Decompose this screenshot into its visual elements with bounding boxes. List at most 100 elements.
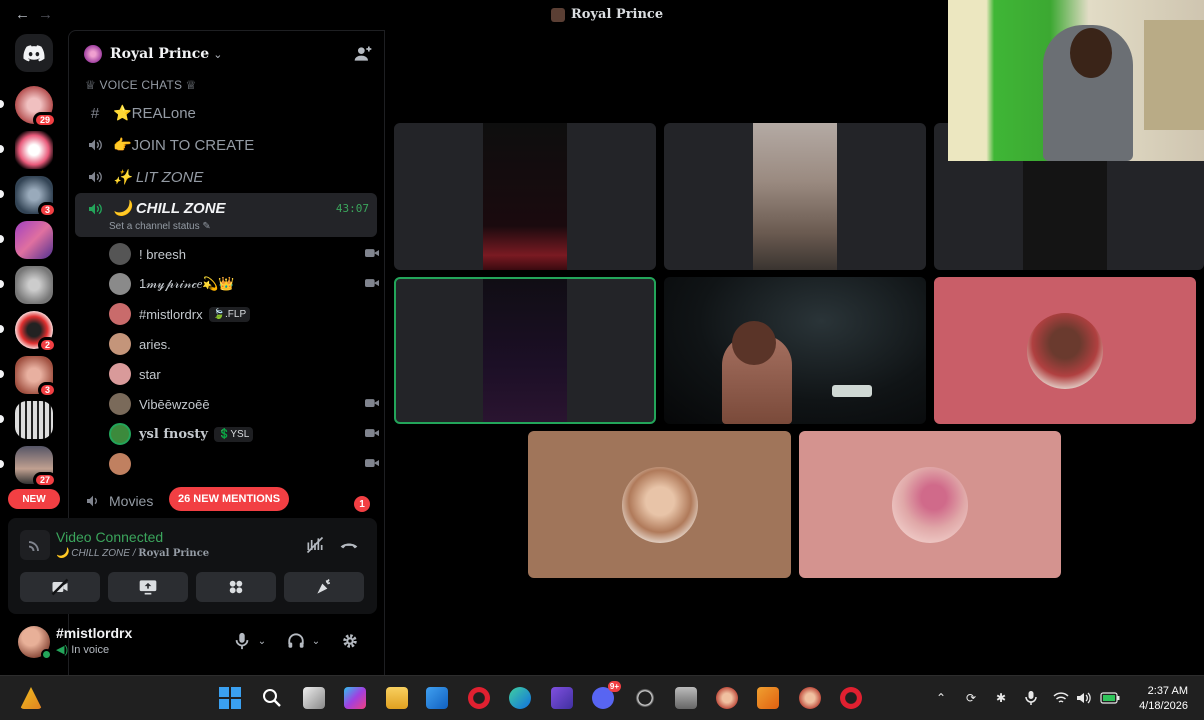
voice-member[interactable]: aries. <box>109 331 379 357</box>
weather-widget-icon[interactable] <box>20 687 42 709</box>
server-icon[interactable] <box>15 131 53 169</box>
avatar <box>109 333 131 355</box>
server-icon[interactable]: 3 <box>15 356 57 398</box>
microphone-icon[interactable] <box>232 631 252 651</box>
voice-member[interactable]: #mistlordrx 🍃.FLP <box>109 301 379 327</box>
voice-member[interactable]: ! breesh <box>109 241 379 267</box>
battery-icon[interactable] <box>1100 690 1120 706</box>
voice-channel-line: 🌙 CHILL ZONE / Royal Prince <box>56 548 209 559</box>
volume-icon[interactable] <box>1076 690 1092 706</box>
opera-gx-icon[interactable] <box>840 687 862 709</box>
member-tag: 💲YSL <box>213 426 254 442</box>
mention-badge: 27 <box>32 472 57 488</box>
self-camera-preview[interactable] <box>948 0 1204 161</box>
video-tile-avatar[interactable] <box>528 431 791 578</box>
user-avatar[interactable] <box>18 626 52 660</box>
video-tile-avatar[interactable] <box>934 277 1196 424</box>
channel-movies[interactable]: Movies <box>85 493 153 509</box>
member-name: ! breesh <box>139 246 186 262</box>
task-view-icon[interactable] <box>303 687 325 709</box>
wifi-icon[interactable] <box>1053 690 1069 706</box>
video-tile[interactable] <box>664 123 926 270</box>
voice-status[interactable]: Video Connected <box>56 529 163 545</box>
member-name: 1𝓂𝓎𝓅𝓇𝒾𝓃𝒸𝑒💫👑 <box>139 276 235 291</box>
chevron-up-icon[interactable]: ⌃ <box>933 690 949 706</box>
server-thumbnail-icon <box>551 7 565 22</box>
sync-icon[interactable]: ⟳ <box>963 690 979 706</box>
server-icon[interactable] <box>15 401 53 439</box>
video-tile-avatar[interactable] <box>799 431 1061 578</box>
new-unreads-pill[interactable]: NEW <box>8 489 60 509</box>
set-channel-status[interactable]: Set a channel status ✎ <box>109 221 211 232</box>
channel-realone[interactable]: # ⭐REALone <box>75 97 377 129</box>
search-icon[interactable] <box>261 687 283 709</box>
camera-icon <box>365 429 379 437</box>
fl-studio-icon[interactable] <box>757 687 779 709</box>
clock-time: 2:37 AM <box>1147 685 1188 697</box>
signal-icon[interactable] <box>20 530 50 560</box>
channel-label: 🌙 CHILL ZONE <box>113 200 226 217</box>
camera-off-button[interactable] <box>20 572 100 602</box>
system-clock[interactable]: 2:37 AM 4/18/2026 <box>1139 684 1188 714</box>
voice-member[interactable]: ysl fnosty 💲YSL <box>109 421 379 447</box>
server-icon[interactable]: 2 <box>15 311 57 353</box>
channel-label: Movies <box>109 493 154 509</box>
back-arrow-icon[interactable]: ← <box>15 6 30 23</box>
invite-people-icon[interactable] <box>353 44 373 64</box>
server-header[interactable]: Royal Prince ⌄ <box>69 31 385 77</box>
unread-pip <box>0 415 4 423</box>
discord-taskbar-icon[interactable]: 9+ <box>592 681 621 709</box>
file-explorer-icon[interactable] <box>386 687 408 709</box>
screen-share-button[interactable] <box>108 572 188 602</box>
avatar <box>109 303 131 325</box>
unread-pip <box>0 100 4 108</box>
app-icon[interactable] <box>799 687 821 709</box>
outlook-icon[interactable] <box>426 687 448 709</box>
edge-icon[interactable] <box>509 687 531 709</box>
server-icon[interactable] <box>15 221 53 259</box>
category-voice-chats[interactable]: ♕ VOICE CHATS ♕ <box>85 78 197 92</box>
camera-icon <box>365 279 379 287</box>
copilot-icon[interactable] <box>344 687 366 709</box>
channel-chill-zone[interactable]: 🌙 CHILL ZONE 43:07 Set a channel status … <box>75 193 377 237</box>
video-tile[interactable] <box>394 123 656 270</box>
voice-member[interactable]: star <box>109 361 379 387</box>
user-status-text: In voice <box>71 644 110 656</box>
chevron-down-icon[interactable]: ⌄ <box>256 631 268 651</box>
windows-start-icon[interactable] <box>219 687 241 709</box>
online-status-icon <box>41 649 52 660</box>
channel-join-to-create[interactable]: 👉JOIN TO CREATE <box>75 129 377 161</box>
obs-icon[interactable] <box>634 687 656 709</box>
microphone-tray-icon[interactable] <box>1023 690 1039 706</box>
new-mentions-pill[interactable]: 26 NEW MENTIONS <box>169 487 290 511</box>
voice-member[interactable]: 1𝓂𝓎𝓅𝓇𝒾𝓃𝒸𝑒💫👑 <box>109 271 379 297</box>
video-tile-speaking[interactable] <box>394 277 656 424</box>
member-name: #mistlordrx <box>139 306 203 322</box>
server-icon[interactable]: 27 <box>15 446 57 488</box>
channel-lit-zone[interactable]: ✨ LIT ZONE <box>75 161 377 193</box>
app-icon[interactable] <box>716 687 738 709</box>
user-name[interactable]: #mistlordrx <box>56 625 132 641</box>
video-feed <box>753 123 837 270</box>
headphones-icon[interactable] <box>286 631 306 651</box>
video-tile[interactable] <box>664 277 926 424</box>
soundboard-button[interactable] <box>284 572 364 602</box>
noise-suppression-icon[interactable] <box>304 534 326 556</box>
chevron-down-icon[interactable]: ⌄ <box>310 631 322 651</box>
voice-member[interactable]: Vibēēwzoēē <box>109 391 379 417</box>
server-icon[interactable]: 29 <box>15 86 57 128</box>
media-app-icon[interactable] <box>551 687 573 709</box>
bluetooth-icon[interactable]: ✱ <box>993 690 1009 706</box>
voice-member[interactable] <box>109 451 379 477</box>
discord-home-button[interactable] <box>15 34 53 72</box>
voice-indicator-icon: ◀) <box>56 644 69 656</box>
disconnect-icon[interactable] <box>338 534 360 556</box>
opera-icon[interactable] <box>468 687 490 709</box>
server-icon[interactable] <box>15 266 53 304</box>
mention-badge: 3 <box>37 382 57 398</box>
settings-gear-icon[interactable] <box>340 631 360 651</box>
server-icon[interactable]: 3 <box>15 176 57 218</box>
camera-app-icon[interactable] <box>675 687 697 709</box>
activities-button[interactable] <box>196 572 276 602</box>
forward-arrow-icon[interactable]: → <box>38 6 53 23</box>
